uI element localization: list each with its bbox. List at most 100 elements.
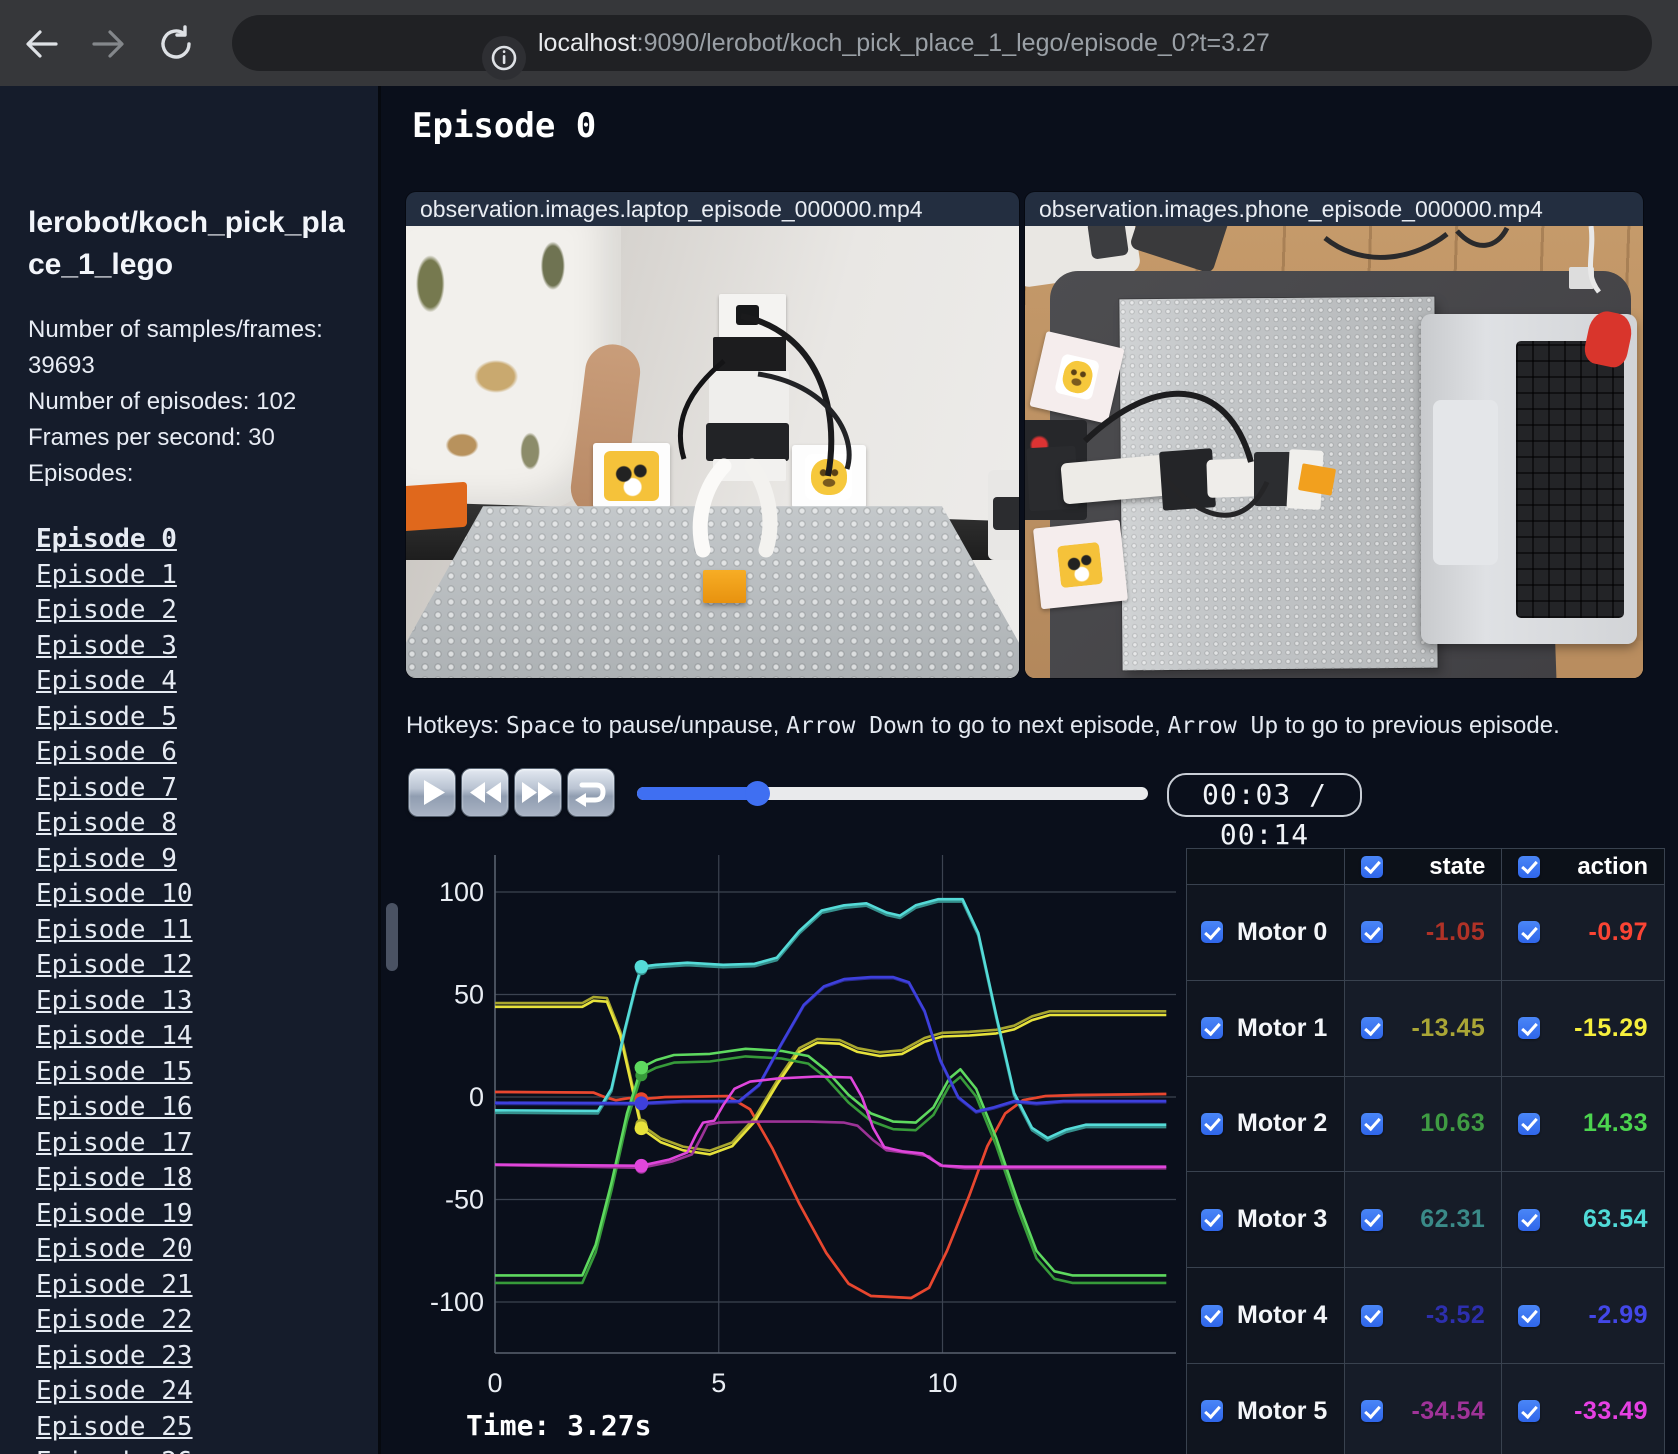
video-laptop[interactable] — [406, 226, 1019, 678]
sidebar-episode-link[interactable]: Episode 12 — [36, 948, 366, 984]
motor-1-action-checkbox[interactable] — [1518, 1017, 1541, 1040]
motor-2-state-value: 10.63 — [1420, 1109, 1486, 1138]
sidebar-episode-link[interactable]: Episode 19 — [36, 1197, 366, 1233]
sidebar-episode-link[interactable]: Episode 2 — [36, 593, 366, 629]
seek-slider-thumb[interactable] — [745, 781, 770, 806]
sidebar-episode-link[interactable]: Episode 3 — [36, 629, 366, 665]
svg-text:10: 10 — [927, 1368, 957, 1398]
svg-text:50: 50 — [454, 980, 484, 1010]
sidebar-episode-link[interactable]: Episode 22 — [36, 1303, 366, 1339]
motor-row: Motor 3 62.31 63.54 — [1186, 1171, 1665, 1269]
sidebar-episode-link[interactable]: Episode 14 — [36, 1019, 366, 1055]
motor-row: Motor 1 -13.45 -15.29 — [1186, 979, 1665, 1077]
motor-3-row-checkbox[interactable] — [1201, 1208, 1223, 1231]
action-column-checkbox[interactable] — [1518, 855, 1541, 878]
sidebar-episode-link[interactable]: Episode 10 — [36, 877, 366, 913]
motor-4-row-checkbox[interactable] — [1201, 1304, 1223, 1327]
sidebar-episode-link[interactable]: Episode 15 — [36, 1055, 366, 1091]
hotkeys-seg1: to pause/unpause, — [575, 712, 787, 739]
motor-label: Motor 2 — [1237, 1109, 1328, 1138]
motor-row: Motor 0 -1.05 -0.97 — [1186, 884, 1665, 981]
motor-0-action-value: -0.97 — [1588, 917, 1648, 946]
motor-chart[interactable]: 100 50 0 -50 -100 0 5 10 Time: 3.27s — [400, 845, 1190, 1450]
motor-2-row-checkbox[interactable] — [1201, 1112, 1223, 1135]
motor-row: Motor 5 -34.54 -33.49 — [1186, 1362, 1665, 1454]
motor-0-row-checkbox[interactable] — [1201, 921, 1223, 944]
forward-icon[interactable] — [88, 24, 128, 64]
sidebar-episode-link[interactable]: Episode 24 — [36, 1374, 366, 1410]
sidebar-episode-link[interactable]: Episode 16 — [36, 1090, 366, 1126]
motor-2-action-checkbox[interactable] — [1518, 1112, 1541, 1135]
video-panel-phone: observation.images.phone_episode_000000.… — [1025, 192, 1643, 678]
episode-list: Episode 0 Episode 1 Episode 2 Episode 3 Epis… — [36, 522, 366, 1454]
sidebar-episode-link[interactable]: Episode 5 — [36, 700, 366, 736]
site-info-icon[interactable] — [482, 36, 526, 80]
hotkey-arrow-down: Arrow Down — [786, 713, 925, 739]
state-column-checkbox[interactable] — [1360, 855, 1383, 878]
motor-0-state-checkbox[interactable] — [1360, 921, 1383, 944]
sidebar-episode-link[interactable]: Episode 6 — [36, 735, 366, 771]
play-button[interactable] — [408, 768, 456, 817]
motor-2-state-checkbox[interactable] — [1360, 1112, 1383, 1135]
sidebar-episode-link[interactable]: Episode 11 — [36, 913, 366, 949]
sidebar-episode-link[interactable]: Episode 21 — [36, 1268, 366, 1304]
sidebar-episode-link[interactable]: Episode 25 — [36, 1410, 366, 1446]
dataset-title: lerobot/koch_pick_place_1_lego — [28, 206, 345, 281]
motor-4-action-value: -2.99 — [1588, 1301, 1648, 1330]
motor-5-action-value: -33.49 — [1574, 1396, 1648, 1425]
motor-5-state-checkbox[interactable] — [1360, 1400, 1383, 1423]
sidebar-episode-link[interactable]: Episode 8 — [36, 806, 366, 842]
cables-overlay — [1082, 226, 1602, 518]
fast-forward-button[interactable] — [514, 768, 562, 817]
svg-text:100: 100 — [439, 877, 484, 907]
dataset-info-line: Frames per second: 30 — [28, 424, 275, 451]
sidebar-episode-link[interactable]: Episode 20 — [36, 1232, 366, 1268]
motor-5-row-checkbox[interactable] — [1201, 1400, 1223, 1423]
hotkeys-seg3: to go to previous episode. — [1278, 712, 1560, 739]
sidebar-episode-link[interactable]: Episode 4 — [36, 664, 366, 700]
motor-5-action-checkbox[interactable] — [1518, 1400, 1541, 1423]
hotkeys-seg2: to go to next episode, — [924, 712, 1168, 739]
motor-row: Motor 2 10.63 14.33 — [1186, 1075, 1665, 1173]
sidebar-episode-link[interactable]: Episode 23 — [36, 1339, 366, 1375]
svg-text:-100: -100 — [430, 1287, 484, 1317]
back-icon[interactable] — [22, 24, 62, 64]
sidebar-episode-link[interactable]: Episode 13 — [36, 984, 366, 1020]
sidebar-episode-link[interactable]: Episode 18 — [36, 1161, 366, 1197]
sidebar-episode-link[interactable]: Episode 0 — [36, 522, 366, 558]
browser-toolbar: localhost:9090/lerobot/koch_pick_place_1… — [0, 0, 1678, 86]
motor-4-state-checkbox[interactable] — [1360, 1304, 1383, 1327]
seek-slider[interactable] — [637, 787, 1148, 800]
loop-button[interactable] — [567, 768, 615, 817]
motor-3-action-checkbox[interactable] — [1518, 1208, 1541, 1231]
video-title-laptop: observation.images.laptop_episode_000000… — [406, 192, 1019, 226]
video-title-phone: observation.images.phone_episode_000000.… — [1025, 192, 1643, 226]
sidebar-episode-link[interactable]: Episode 26 — [36, 1445, 366, 1454]
svg-text:5: 5 — [711, 1368, 726, 1398]
rewind-button[interactable] — [461, 768, 509, 817]
lerobot-dataset-visualizer: localhost:9090/lerobot/koch_pick_place_1… — [0, 0, 1678, 1454]
url-path: :9090/lerobot/koch_pick_place_1_lego/epi… — [636, 29, 1270, 57]
motor-2-action-value: 14.33 — [1582, 1109, 1648, 1138]
page-title: Episode 0 — [412, 106, 597, 146]
url-bar[interactable]: localhost:9090/lerobot/koch_pick_place_1… — [232, 15, 1652, 80]
hotkeys-help: Hotkeys: Space to pause/unpause, Arrow D… — [406, 712, 1560, 740]
hotkey-space: Space — [506, 713, 576, 739]
sidebar-episode-link[interactable]: Episode 1 — [36, 558, 366, 594]
dataset-info-line: Episodes: — [28, 460, 134, 487]
motor-1-state-checkbox[interactable] — [1360, 1017, 1383, 1040]
motor-1-row-checkbox[interactable] — [1201, 1017, 1223, 1040]
sidebar-episode-link[interactable]: Episode 9 — [36, 842, 366, 878]
dataset-info-line: Number of episodes: 102 — [28, 388, 297, 415]
sidebar-episode-link[interactable]: Episode 7 — [36, 771, 366, 807]
video-phone[interactable] — [1025, 226, 1643, 678]
scrollbar-thumb[interactable] — [386, 903, 398, 971]
svg-text:Time: 3.27s: Time: 3.27s — [466, 1409, 651, 1442]
motor-3-state-checkbox[interactable] — [1360, 1208, 1383, 1231]
svg-text:0: 0 — [469, 1082, 484, 1112]
motor-5-state-value: -34.54 — [1411, 1396, 1486, 1425]
sidebar-episode-link[interactable]: Episode 17 — [36, 1126, 366, 1162]
motor-4-action-checkbox[interactable] — [1518, 1304, 1541, 1327]
reload-icon[interactable] — [156, 24, 196, 64]
motor-0-action-checkbox[interactable] — [1518, 921, 1541, 944]
